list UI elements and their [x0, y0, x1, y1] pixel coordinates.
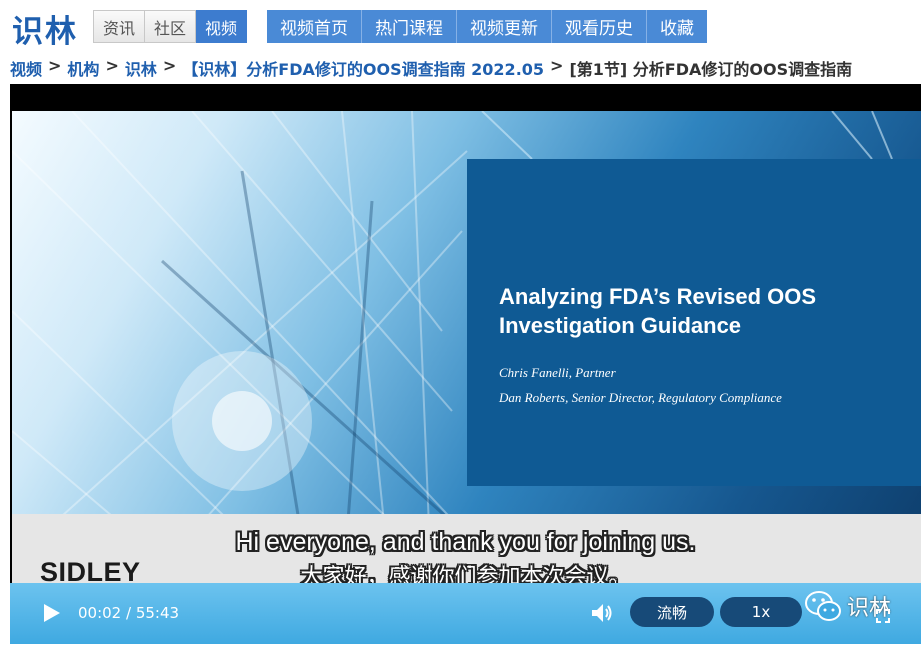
nav-popular-courses[interactable]: 热门课程	[362, 10, 457, 43]
video-nav: 视频首页 热门课程 视频更新 观看历史 收藏	[267, 10, 707, 43]
quality-selector[interactable]: 流畅	[630, 597, 714, 627]
slide-title-box: Analyzing FDA’s Revised OOS Investigatio…	[467, 159, 921, 486]
breadcrumb-course[interactable]: 【识林】分析FDA修订的OOS调查指南 2022.05	[182, 56, 544, 80]
breadcrumb-separator: >	[48, 56, 62, 75]
time-display: 00:02 / 55:43	[78, 604, 180, 622]
presenter-1: Chris Fanelli, Partner	[499, 365, 616, 380]
nav-watch-history[interactable]: 观看历史	[552, 10, 647, 43]
nav-favorites[interactable]: 收藏	[647, 10, 707, 43]
breadcrumb-shilin[interactable]: 识林	[125, 56, 157, 80]
breadcrumb-separator: >	[105, 56, 119, 75]
breadcrumb-separator: >	[550, 56, 564, 75]
segment-news[interactable]: 资讯	[93, 10, 146, 43]
play-icon[interactable]	[43, 603, 61, 623]
breadcrumb-separator: >	[162, 56, 177, 75]
player-controls: 00:02 / 55:43 流畅 1x 识林	[10, 583, 921, 644]
fullscreen-icon[interactable]	[876, 609, 890, 623]
section-switcher: 资讯 社区 视频	[93, 10, 248, 43]
slide-title: Analyzing FDA’s Revised OOS Investigatio…	[499, 284, 817, 338]
nav-video-updates[interactable]: 视频更新	[457, 10, 552, 43]
playback-speed-button[interactable]: 1x	[720, 597, 802, 627]
video-player[interactable]: Analyzing FDA’s Revised OOS Investigatio…	[10, 84, 921, 644]
segment-community[interactable]: 社区	[145, 10, 197, 43]
breadcrumb-institution[interactable]: 机构	[67, 56, 99, 80]
nav-video-home[interactable]: 视频首页	[267, 10, 362, 43]
breadcrumb-video[interactable]: 视频	[10, 56, 42, 80]
volume-icon[interactable]	[590, 602, 614, 624]
subtitle-english: Hi everyone, and thank you for joining u…	[235, 528, 696, 556]
site-logo[interactable]: 识林	[12, 6, 78, 51]
breadcrumb-current-section: [第1节] 分析FDA修订的OOS调查指南	[569, 60, 853, 79]
segment-video[interactable]: 视频	[196, 10, 248, 43]
presenter-2: Dan Roberts, Senior Director, Regulatory…	[499, 390, 782, 405]
wechat-icon	[805, 591, 841, 621]
breadcrumb: 视频 > 机构 > 识林 > 【识林】分析FDA修订的OOS调查指南 2022.…	[10, 56, 852, 80]
